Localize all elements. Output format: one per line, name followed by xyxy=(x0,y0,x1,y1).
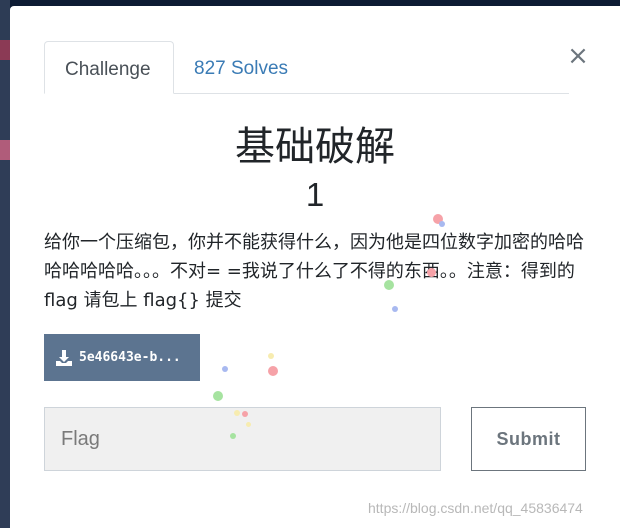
flag-input[interactable] xyxy=(44,407,441,471)
close-icon[interactable]: × xyxy=(566,43,590,69)
confetti-dot xyxy=(268,366,278,376)
tab-challenge[interactable]: Challenge xyxy=(44,41,174,94)
confetti-dot xyxy=(213,391,223,401)
watermark-text: https://blog.csdn.net/qq_45836474 xyxy=(368,500,583,516)
background-left-strip xyxy=(0,0,10,528)
tab-solves[interactable]: 827 Solves xyxy=(174,41,308,93)
tab-bar: Challenge 827 Solves xyxy=(44,41,569,94)
confetti-dot xyxy=(268,353,274,359)
file-name-label: 5e46643e-b... xyxy=(79,350,181,365)
file-download-button[interactable]: 5e46643e-b... xyxy=(44,334,200,381)
challenge-modal: Challenge 827 Solves × 基础破解 1 给你一个压缩包，你并… xyxy=(10,6,620,528)
confetti-dot xyxy=(222,366,228,372)
challenge-value: 1 xyxy=(305,176,325,213)
challenge-title: 基础破解 xyxy=(235,124,395,170)
confetti-dot xyxy=(433,214,443,224)
submit-button[interactable]: Submit xyxy=(471,407,586,471)
confetti-dot xyxy=(439,221,445,227)
download-icon xyxy=(54,348,74,368)
challenge-description: 给你一个压缩包，你并不能获得什么，因为他是四位数字加密的哈哈哈哈哈哈哈。。。不对… xyxy=(44,232,584,311)
